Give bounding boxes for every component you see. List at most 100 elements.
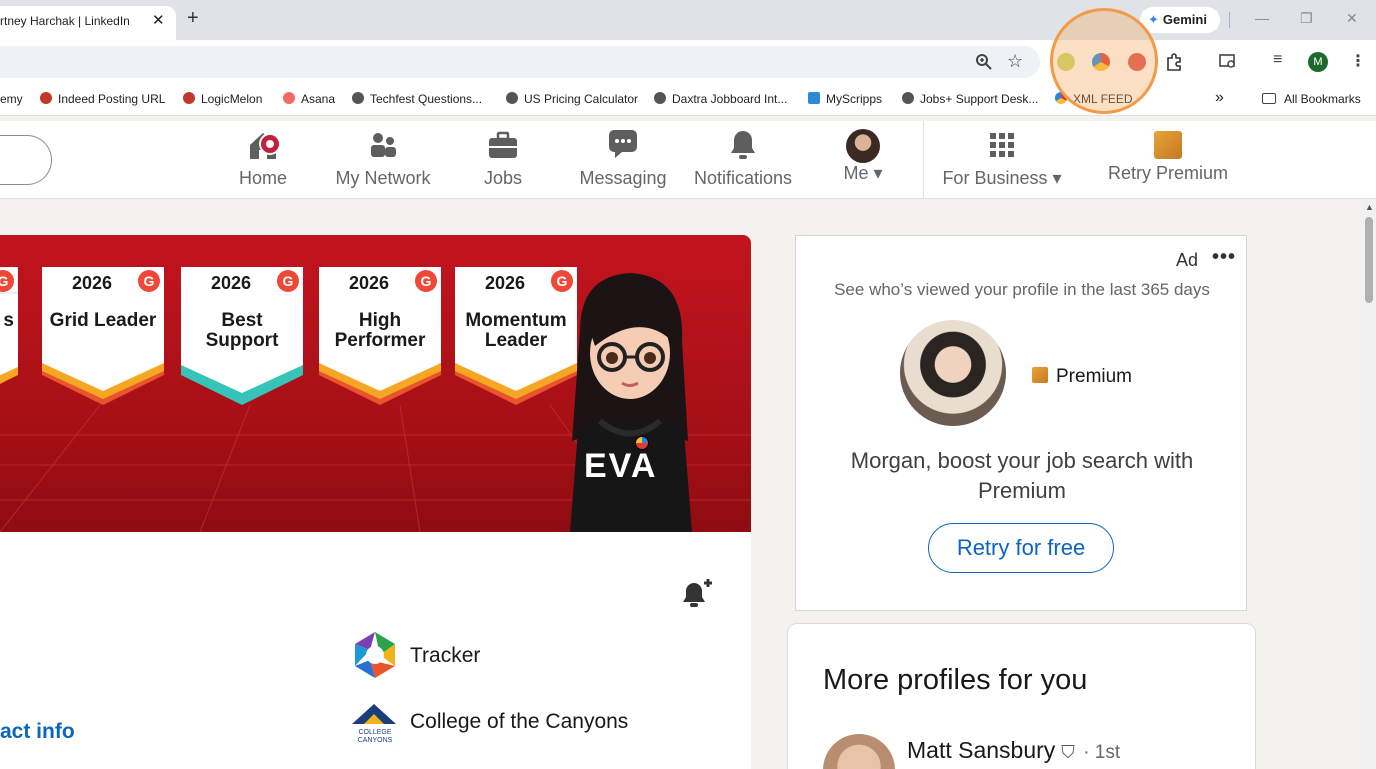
nav-home[interactable]: Home xyxy=(229,127,297,189)
messaging-icon xyxy=(609,130,637,158)
nav-messaging[interactable]: Messaging xyxy=(578,127,668,189)
gemini-icon: ✦ xyxy=(1148,12,1159,27)
college-logo-text: COLLEGE CANYONS xyxy=(357,729,393,744)
browser-toolbar: ☆ ≡ M ⋮ xyxy=(0,40,1376,84)
restore-button[interactable]: ❐ xyxy=(1300,10,1313,27)
g2-badge: 2026 G s xyxy=(0,267,18,405)
nav-label: Home xyxy=(238,168,287,188)
bookmark-star-icon[interactable]: ☆ xyxy=(1007,51,1023,72)
profile-avatar-icon[interactable]: M xyxy=(1308,52,1328,72)
bookmark-item[interactable]: Techfest Questions... xyxy=(352,92,482,106)
nav-notifications[interactable]: Notifications xyxy=(690,127,796,189)
chevron-down-icon: ▾ xyxy=(1052,168,1062,188)
badge-year: 2026 xyxy=(349,273,390,293)
eva-shirt-text: EVA xyxy=(584,447,658,485)
globe-icon xyxy=(654,92,666,104)
bookmark-item[interactable]: Daxtra Jobboard Int... xyxy=(654,92,787,106)
page-scrollbar[interactable]: ▲ xyxy=(1362,199,1376,769)
bookmark-item[interactable]: MyScripps xyxy=(808,92,882,106)
grid-icon xyxy=(990,133,1014,157)
zoom-icon[interactable] xyxy=(975,53,993,71)
tab-close-icon[interactable]: ✕ xyxy=(152,11,165,29)
follow-bell-icon[interactable] xyxy=(680,575,716,611)
profile-card: 2026 G s 2026 G Grid Leader 2026 G Best … xyxy=(0,235,751,769)
nav-label: For Business ▾ xyxy=(942,168,1062,188)
tab-search-icon[interactable] xyxy=(1219,54,1237,70)
gemini-button[interactable]: ✦ Gemini xyxy=(1140,7,1220,33)
retry-for-free-button[interactable]: Retry for free xyxy=(928,523,1114,573)
verified-shield-icon: ⛉ xyxy=(1061,742,1075,762)
profile-photo xyxy=(900,320,1006,426)
browser-tab-strip: rtney Harchak | LinkedIn ✕ + ✦ Gemini — ❐… xyxy=(0,0,1376,40)
gemini-label: Gemini xyxy=(1162,12,1207,27)
nav-label: Jobs xyxy=(483,168,523,188)
notification-badge xyxy=(259,133,281,155)
contact-info-link[interactable]: act info xyxy=(0,720,75,744)
nav-label: Me ▾ xyxy=(843,163,883,183)
g2-logo-icon: G xyxy=(415,270,437,292)
eva-mascot-illustration xyxy=(570,273,692,532)
nav-retry-premium[interactable]: Retry Premium xyxy=(1106,127,1230,184)
avatar[interactable] xyxy=(823,734,895,769)
more-profiles-card: More profiles for you Matt Sansbury ⛉ · 1… xyxy=(787,623,1256,769)
nav-label: Messaging xyxy=(579,168,667,188)
more-options-icon[interactable]: ••• xyxy=(1212,246,1236,269)
globe-icon xyxy=(352,92,364,104)
g2-badge: 2026 G Grid Leader xyxy=(42,267,164,405)
folder-icon xyxy=(1262,93,1276,104)
company-name[interactable]: College of the Canyons xyxy=(410,710,628,734)
media-control-icon[interactable]: ≡ xyxy=(1273,51,1282,69)
browser-menu-icon[interactable]: ⋮ xyxy=(1350,51,1366,71)
linkedin-global-nav: Home My Network Jobs Messaging Notificat… xyxy=(0,121,1376,199)
bookmark-item[interactable]: Jobs+ Support Desk... xyxy=(902,92,1038,106)
scroll-thumb[interactable] xyxy=(1365,217,1373,303)
new-tab-button[interactable]: + xyxy=(187,7,199,30)
tab-title: rtney Harchak | LinkedIn xyxy=(0,14,130,28)
active-tab[interactable]: rtney Harchak | LinkedIn ✕ xyxy=(0,6,176,40)
nav-label: Notifications xyxy=(693,168,793,188)
nav-jobs[interactable]: Jobs xyxy=(472,127,534,189)
company-name[interactable]: Tracker xyxy=(410,644,480,668)
all-bookmarks-button[interactable]: All Bookmarks xyxy=(1262,92,1361,106)
bookmark-item[interactable]: emy xyxy=(0,92,23,106)
g2-logo-icon: G xyxy=(277,270,299,292)
nav-my-network[interactable]: My Network xyxy=(330,127,436,189)
bookmarks-bar: emy Indeed Posting URL LogicMelon Asana … xyxy=(0,84,1376,116)
g2-badge: 2026 G Momentum Leader xyxy=(455,267,577,405)
chevron-down-icon: ▾ xyxy=(873,163,883,183)
badge-title: Grid Leader xyxy=(49,310,157,331)
logicmelon-icon xyxy=(183,92,195,104)
address-bar[interactable] xyxy=(0,46,1040,78)
minimize-button[interactable]: — xyxy=(1255,10,1269,26)
college-mountain-graphic xyxy=(352,704,396,724)
profile-banner: 2026 G s 2026 G Grid Leader 2026 G Best … xyxy=(0,235,751,532)
bookmarks-overflow-button[interactable]: » xyxy=(1215,89,1224,107)
badge-title: High Performer xyxy=(334,310,426,351)
bookmark-item[interactable]: LogicMelon xyxy=(183,92,262,106)
nav-divider xyxy=(923,121,924,199)
premium-ad-card: Ad ••• See who’s viewed your profile in … xyxy=(795,235,1247,611)
person-name[interactable]: Matt Sansbury ⛉ · 1st xyxy=(907,737,1120,764)
bookmark-item[interactable]: US Pricing Calculator xyxy=(506,92,638,106)
bookmark-item[interactable]: Asana xyxy=(283,92,335,106)
college-logo-icon: COLLEGE CANYONS xyxy=(350,702,400,744)
nav-for-business[interactable]: For Business ▾ xyxy=(940,127,1064,189)
close-window-button[interactable]: ✕ xyxy=(1346,10,1358,27)
badge-title: s xyxy=(3,310,14,331)
indeed-icon xyxy=(40,92,52,104)
badge-title: Momentum Leader xyxy=(465,310,567,351)
nav-me[interactable]: Me ▾ xyxy=(832,127,894,184)
nav-label: Retry Premium xyxy=(1107,163,1228,183)
bell-icon xyxy=(731,131,755,159)
scroll-up-arrow-icon[interactable]: ▲ xyxy=(1365,202,1374,212)
ad-headline: See who’s viewed your profile in the las… xyxy=(834,280,1210,299)
ad-body: Morgan, boost your job search with Premi… xyxy=(850,448,1194,503)
extensions-puzzle-icon[interactable] xyxy=(1165,53,1183,71)
ad-label: Ad xyxy=(1176,250,1199,270)
badge-year: 2026 xyxy=(211,273,252,293)
network-icon xyxy=(371,133,396,157)
search-input[interactable] xyxy=(0,135,52,185)
bookmark-item[interactable]: Indeed Posting URL xyxy=(40,92,165,106)
avatar xyxy=(846,129,880,163)
g2-badge: 2026 G High Performer xyxy=(319,267,441,405)
